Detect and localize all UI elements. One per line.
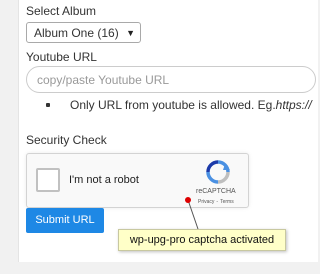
album-select-value: Album One (16) (34, 26, 119, 40)
recaptcha-checkbox-label: I'm not a robot (69, 174, 139, 186)
recaptcha-terms-link[interactable]: Terms (220, 199, 234, 205)
submit-url-button[interactable]: Submit URL (26, 208, 104, 233)
recaptcha-privacy-link[interactable]: Privacy (198, 199, 214, 205)
page-background: Select Album Album One (16) ▼ Youtube UR… (0, 0, 318, 274)
album-label: Select Album (26, 4, 97, 18)
caret-down-icon: ▼ (126, 28, 135, 38)
security-check-label: Security Check (26, 133, 107, 147)
recaptcha-checkbox[interactable] (36, 168, 60, 192)
album-select[interactable]: Album One (16) ▼ (26, 22, 141, 43)
annotation-callout: wp-upg-pro captcha activated (118, 229, 286, 251)
youtube-url-input[interactable]: copy/paste Youtube URL (26, 66, 316, 93)
recaptcha-logo-icon (206, 160, 230, 184)
recaptcha-widget: I'm not a robot reCAPTCHA Privacy - Terms (26, 153, 249, 208)
youtube-url-label: Youtube URL (26, 50, 97, 64)
youtube-url-placeholder: copy/paste Youtube URL (37, 73, 170, 87)
recaptcha-brand: reCAPTCHA (196, 188, 236, 195)
url-hint-example: https:// (275, 98, 312, 112)
url-hint: Only URL from youtube is allowed. Eg.htt… (70, 98, 312, 112)
bullet-icon (46, 103, 50, 107)
url-hint-text: Only URL from youtube is allowed. Eg. (70, 98, 276, 112)
recaptcha-links: Privacy - Terms (198, 199, 234, 205)
